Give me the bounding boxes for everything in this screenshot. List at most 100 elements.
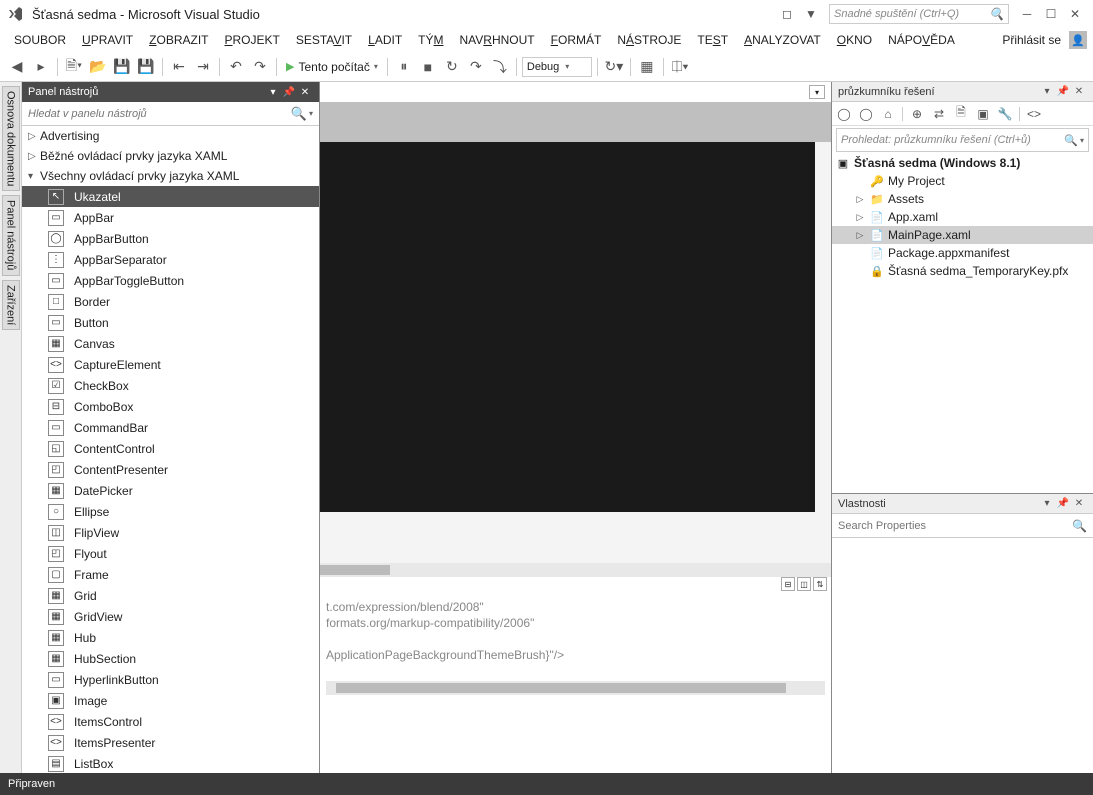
step-icon[interactable]: ↷	[465, 56, 487, 78]
maximize-button[interactable]: ☐	[1039, 3, 1063, 25]
user-avatar-icon[interactable]: 👤	[1069, 31, 1087, 49]
save-all-icon[interactable]: 💾	[135, 56, 157, 78]
config-combo[interactable]: Debug ▾	[522, 57, 592, 77]
designer-dropdown-icon[interactable]: ▾	[809, 85, 825, 99]
align-icon[interactable]: ⎅▾	[669, 56, 691, 78]
pin-icon[interactable]: 📌	[281, 84, 297, 100]
toolbox-search[interactable]: 🔍 ▾	[22, 102, 319, 126]
back-icon[interactable]: ◯	[836, 106, 852, 122]
dropdown-icon[interactable]: ▾	[1039, 84, 1055, 100]
close-icon[interactable]: ✕	[1071, 84, 1087, 100]
pin-icon[interactable]: 📌	[1055, 84, 1071, 100]
code-hscroll[interactable]	[326, 681, 825, 695]
close-button[interactable]: ✕	[1063, 3, 1087, 25]
notifications-icon[interactable]: ◻	[775, 3, 799, 25]
toolbox-item[interactable]: □Border	[22, 291, 319, 312]
menu-test[interactable]: TEST	[689, 31, 736, 49]
collapse-icon[interactable]: ▣	[975, 106, 991, 122]
toolbox-item[interactable]: ↖Ukazatel	[22, 186, 319, 207]
indent-right-icon[interactable]: ⇥	[192, 56, 214, 78]
menu-analyzovat[interactable]: ANALYZOVAT	[736, 31, 829, 49]
view-code-icon[interactable]: <>	[1026, 106, 1042, 122]
menu-okno[interactable]: OKNO	[829, 31, 880, 49]
vtab-osnova[interactable]: Osnova dokumentu	[2, 86, 20, 191]
toolbox-search-input[interactable]	[28, 108, 291, 120]
feedback-icon[interactable]: ▼	[799, 3, 823, 25]
minimize-button[interactable]: ─	[1015, 3, 1039, 25]
toolbox-item[interactable]: ▭AppBar	[22, 207, 319, 228]
toolbox-category[interactable]: ▾Všechny ovládací prvky jazyka XAML	[22, 166, 319, 186]
toolbox-item[interactable]: ▭CommandBar	[22, 417, 319, 438]
solution-item[interactable]: 🔒Šťasná sedma_TemporaryKey.pfx	[832, 262, 1093, 280]
menu-format[interactable]: FORMÁT	[543, 31, 610, 49]
refresh-icon[interactable]: ↻▾	[603, 56, 625, 78]
solution-item[interactable]: 🔑My Project	[832, 172, 1093, 190]
menu-projekt[interactable]: PROJEKT	[217, 31, 288, 49]
toolbox-item[interactable]: ◰ContentPresenter	[22, 459, 319, 480]
dropdown-icon[interactable]: ▾	[265, 84, 281, 100]
toolbox-item[interactable]: ⊟ComboBox	[22, 396, 319, 417]
toolbox-item[interactable]: ▭Button	[22, 312, 319, 333]
split-vertical-icon[interactable]: ◫	[797, 577, 811, 591]
menu-navrhnout[interactable]: NAVRHNOUT	[452, 31, 543, 49]
close-icon[interactable]: ✕	[297, 84, 313, 100]
toolbox-item[interactable]: ◫FlipView	[22, 522, 319, 543]
dropdown-icon[interactable]: ▾	[1039, 496, 1055, 512]
menu-sestavit[interactable]: SESTAVIT	[288, 31, 360, 49]
menu-ladit[interactable]: LADIT	[360, 31, 410, 49]
undo-icon[interactable]: ↶	[225, 56, 247, 78]
start-debug-button[interactable]: ▶ Tento počítač ▾	[282, 60, 382, 74]
toolbox-item[interactable]: <>ItemsPresenter	[22, 732, 319, 753]
toolbox-item[interactable]: ▭HyperlinkButton	[22, 669, 319, 690]
toolbox-category[interactable]: ▷Advertising	[22, 126, 319, 146]
toolbox-item[interactable]: ▦DatePicker	[22, 480, 319, 501]
step-over-icon[interactable]: ⤵	[489, 56, 511, 78]
toolbox-item[interactable]: ◱ContentControl	[22, 438, 319, 459]
close-icon[interactable]: ✕	[1071, 496, 1087, 512]
refresh-icon[interactable]: ⊕	[909, 106, 925, 122]
pin-icon[interactable]: 📌	[1055, 496, 1071, 512]
properties-search[interactable]: 🔍	[832, 514, 1093, 538]
sign-in-link[interactable]: Přihlásit se	[998, 31, 1065, 49]
toolbox-item[interactable]: ▦Canvas	[22, 333, 319, 354]
new-project-icon[interactable]: 🗎▾	[63, 56, 85, 78]
forward-icon[interactable]: ◯	[858, 106, 874, 122]
properties-icon[interactable]: 🔧	[997, 106, 1013, 122]
designer-canvas[interactable]	[320, 102, 831, 563]
solution-root[interactable]: ▣ Šťasná sedma (Windows 8.1)	[832, 154, 1093, 172]
toolbox-category[interactable]: ▷Běžné ovládací prvky jazyka XAML	[22, 146, 319, 166]
solution-item[interactable]: ▷📁Assets	[832, 190, 1093, 208]
show-all-icon[interactable]: 🗎	[953, 106, 969, 122]
quick-launch-box[interactable]: Snadné spuštění (Ctrl+Q) 🔍	[829, 4, 1009, 24]
toolbox-item[interactable]: ▦HubSection	[22, 648, 319, 669]
toolbox-item[interactable]: ▦Hub	[22, 627, 319, 648]
toolbox-item[interactable]: ◰Flyout	[22, 543, 319, 564]
swap-panes-icon[interactable]: ⇅	[813, 577, 827, 591]
toolbox-item[interactable]: ☑CheckBox	[22, 375, 319, 396]
toolbox-item[interactable]: ⋮AppBarSeparator	[22, 249, 319, 270]
pause-icon[interactable]: ⏸	[393, 56, 415, 78]
menu-zobrazit[interactable]: ZOBRAZIT	[141, 31, 216, 49]
vtab-zarizeni[interactable]: Zařízení	[2, 280, 20, 330]
toolbox-item[interactable]: ◯AppBarButton	[22, 228, 319, 249]
indent-left-icon[interactable]: ⇤	[168, 56, 190, 78]
toolbox-item[interactable]: ▣Image	[22, 690, 319, 711]
split-horizontal-icon[interactable]: ⊟	[781, 577, 795, 591]
toolbox-item[interactable]: ○Ellipse	[22, 501, 319, 522]
xaml-code-editor[interactable]: t.com/expression/blend/2008" formats.org…	[320, 593, 831, 773]
designer-hscroll[interactable]	[320, 563, 831, 577]
menu-upravit[interactable]: UPRAVIT	[74, 31, 141, 49]
stop-icon[interactable]: ■	[417, 56, 439, 78]
sync-icon[interactable]: ⇄	[931, 106, 947, 122]
toolbox-item[interactable]: ▦GridView	[22, 606, 319, 627]
menu-nastroje[interactable]: NÁSTROJE	[609, 31, 689, 49]
restart-icon[interactable]: ↻	[441, 56, 463, 78]
menu-napoveda[interactable]: NÁPOVĚDA	[880, 31, 963, 49]
save-icon[interactable]: 💾	[111, 56, 133, 78]
menu-tym[interactable]: TÝM	[410, 31, 451, 49]
toolbox-item[interactable]: <>ItemsControl	[22, 711, 319, 732]
solution-item[interactable]: ▷📄App.xaml	[832, 208, 1093, 226]
toolbox-item[interactable]: ▭AppBarToggleButton	[22, 270, 319, 291]
solution-item[interactable]: ▷📄MainPage.xaml	[832, 226, 1093, 244]
grid-icon[interactable]: ▦	[636, 56, 658, 78]
